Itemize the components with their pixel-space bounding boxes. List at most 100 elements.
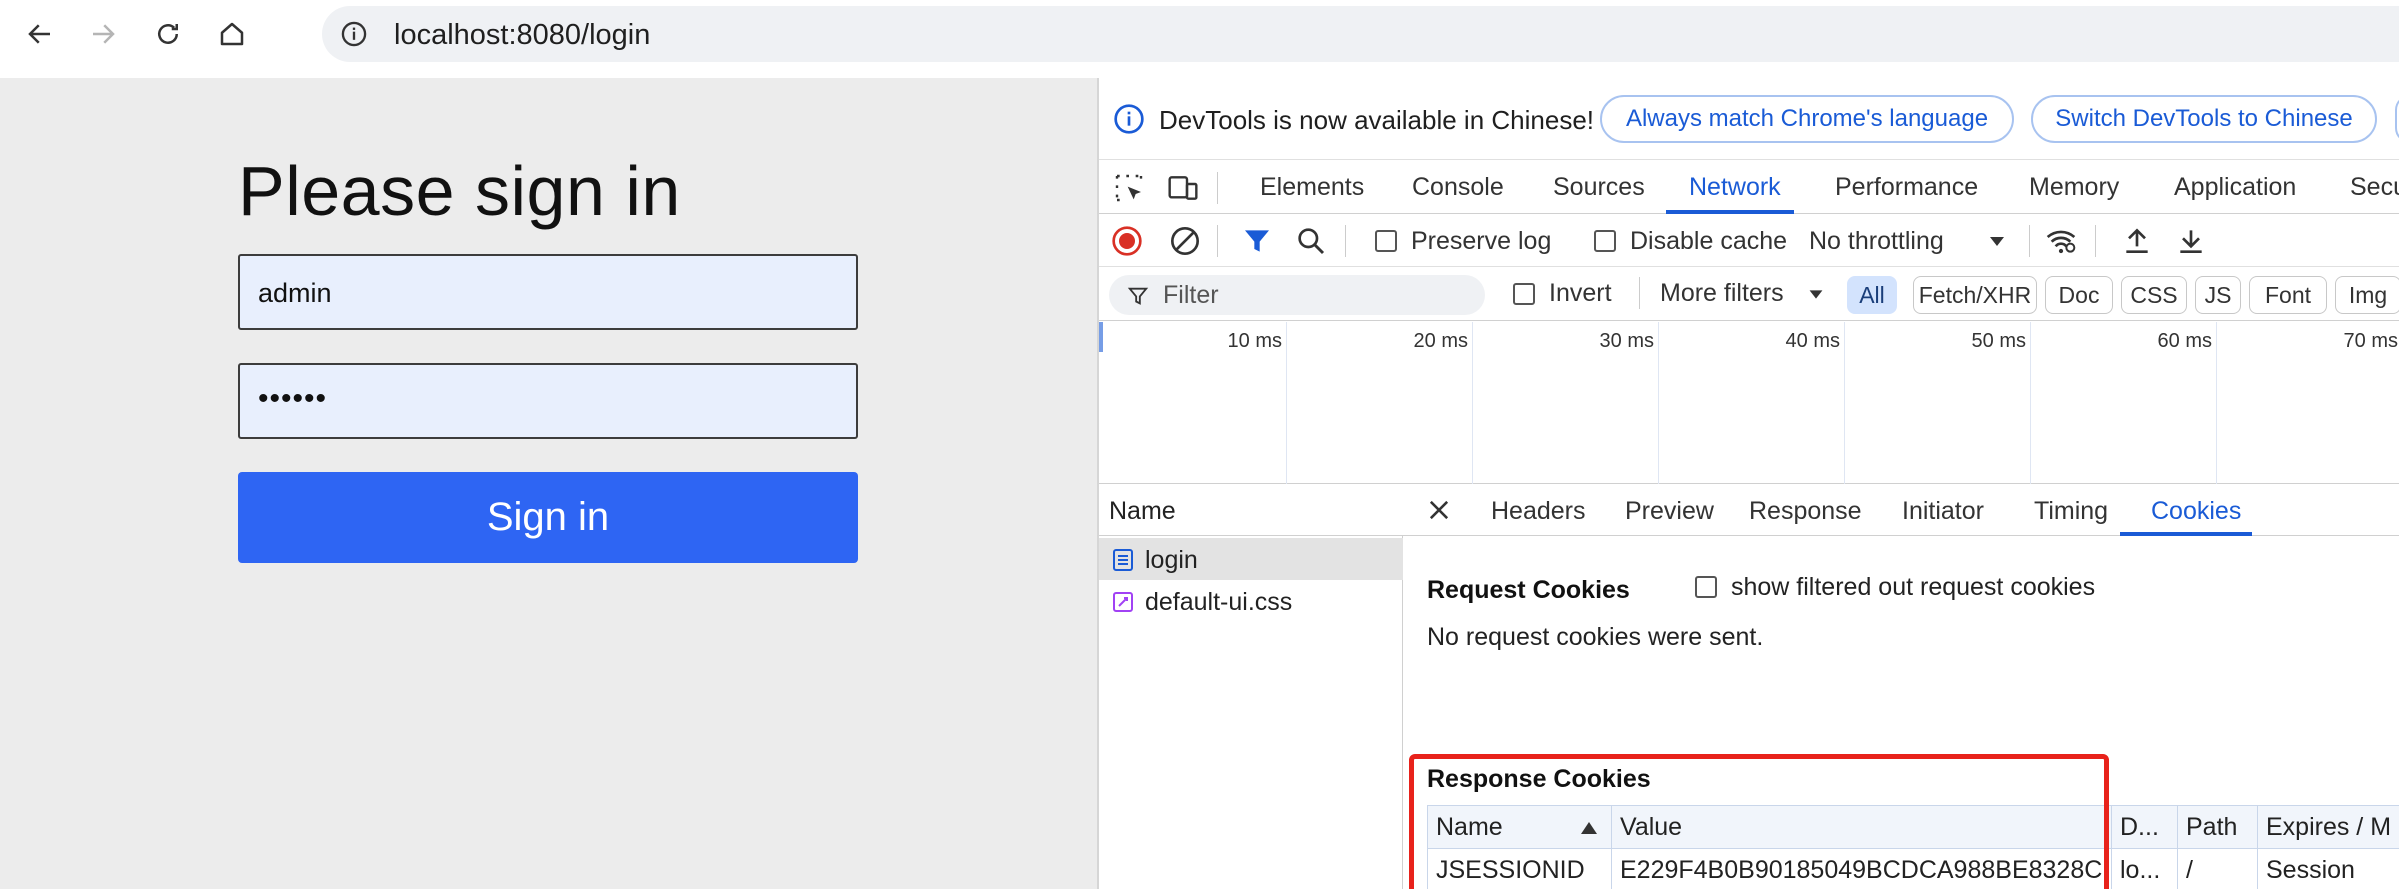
request-row-default-ui-css[interactable]: default-ui.css [1099,580,1403,622]
stylesheet-icon [1113,592,1133,612]
tab-memory[interactable]: Memory [2029,173,2119,202]
tab-elements[interactable]: Elements [1260,173,1364,202]
invert-checkbox[interactable] [1513,283,1535,305]
clear-icon[interactable] [1169,225,1201,257]
timeline-gridline [2216,322,2217,484]
chevron-down-icon[interactable] [1805,283,1827,305]
browser-toolbar: localhost:8080/login [0,0,2399,68]
username-value: admin [258,278,332,308]
timeline-gridline [1844,322,1845,484]
request-name: default-ui.css [1145,588,1293,616]
reload-icon [158,24,178,44]
password-value: •••••• [258,382,328,415]
chip-font[interactable]: Font [2249,276,2327,314]
toolbar-separator [2095,225,2096,257]
request-cookies-title: Request Cookies [1427,576,1630,604]
timeline-tick-label: 60 ms [2157,330,2212,352]
always-match-language-button[interactable]: Always match Chrome's language [1600,95,2014,143]
timeline-tick-label: 40 ms [1785,330,1840,352]
infobar-message: DevTools is now available in Chinese! [1159,105,1595,135]
toolbar-separator [2029,225,2030,257]
tab-performance[interactable]: Performance [1835,173,1978,202]
tab-sources[interactable]: Sources [1553,173,1645,202]
language-infobar: DevTools is now available in Chinese! Al… [1099,78,2399,160]
export-har-icon[interactable] [2175,225,2207,257]
tab-headers[interactable]: Headers [1491,497,1586,526]
info-icon [1114,104,1144,134]
tab-preview[interactable]: Preview [1625,497,1714,526]
request-name: login [1145,546,1198,574]
column-header-domain[interactable]: D... [2112,806,2178,849]
chip-doc[interactable]: Doc [2045,276,2113,314]
disable-cache-label: Disable cache [1630,227,1788,255]
back-button[interactable] [16,10,64,58]
network-overview-timeline[interactable]: 10 ms 20 ms 30 ms 40 ms 50 ms 60 ms 70 m… [1099,322,2399,484]
url-text[interactable]: localhost:8080/login [394,19,650,52]
request-row-login[interactable]: login [1099,538,1403,580]
request-list-header[interactable]: Name [1099,484,1403,536]
tab-timing[interactable]: Timing [2034,497,2108,526]
tab-initiator[interactable]: Initiator [1902,497,1984,526]
request-list: Name login default-ui.css [1099,484,1403,889]
timeline-start-marker [1099,322,1103,352]
filterbar-separator [1639,277,1640,309]
device-toolbar-icon[interactable] [1167,172,1199,204]
tab-application[interactable]: Application [2174,173,2296,202]
preserve-log-checkbox[interactable] [1375,230,1397,252]
network-conditions-icon[interactable] [2045,225,2077,257]
request-detail-pane: Headers Preview Response Initiator Timin… [1403,484,2399,889]
close-icon[interactable] [1425,496,1453,524]
toolbar-separator [1217,225,1218,257]
import-har-icon[interactable] [2121,225,2153,257]
infobar-extra-button[interactable] [2395,95,2399,143]
timeline-tick-label: 50 ms [1971,330,2026,352]
show-filtered-cookies-checkbox[interactable] [1695,576,1717,598]
timeline-gridline [1472,322,1473,484]
site-info-icon[interactable] [340,20,368,48]
timeline-gridline [1658,322,1659,484]
sign-in-button[interactable]: Sign in [238,472,858,563]
show-filtered-cookies-label: show filtered out request cookies [1731,573,2096,601]
chip-all[interactable]: All [1847,276,1897,314]
tab-response[interactable]: Response [1749,497,1862,526]
chevron-down-icon[interactable] [1985,229,2009,253]
tab-security[interactable]: Secu [2350,173,2399,202]
password-field[interactable]: •••••• [238,363,858,439]
inspect-element-icon[interactable] [1113,172,1145,204]
home-button[interactable] [208,10,256,58]
no-request-cookies-text: No request cookies were sent. [1427,623,1764,651]
back-arrow-icon [28,24,50,44]
chip-img[interactable]: Img [2335,276,2399,314]
throttling-select[interactable]: No throttling [1809,227,1944,256]
chip-css[interactable]: CSS [2121,276,2187,314]
filter-input[interactable]: Filter [1109,275,1485,315]
chip-js[interactable]: JS [2195,276,2241,314]
stop-recording-icon[interactable] [1111,225,1143,257]
network-toolbar: Preserve log Disable cache No throttling [1099,215,2399,267]
name-column-header: Name [1109,497,1176,525]
tab-cookies[interactable]: Cookies [2151,497,2241,526]
disable-cache-checkbox[interactable] [1594,230,1616,252]
forward-button[interactable] [79,10,127,58]
address-bar[interactable]: localhost:8080/login [322,6,2399,62]
cookie-path-cell[interactable]: / [2178,849,2258,889]
chip-fetch-xhr[interactable]: Fetch/XHR [1913,276,2037,314]
tab-console[interactable]: Console [1412,173,1504,202]
cookie-domain-cell[interactable]: lo... [2112,849,2178,889]
login-page: Please sign in admin •••••• Sign in [0,78,1097,889]
more-filters-dropdown[interactable]: More filters [1660,279,1784,308]
reload-button[interactable] [144,10,192,58]
preserve-log-label: Preserve log [1411,227,1552,255]
username-field[interactable]: admin [238,254,858,330]
search-icon[interactable] [1295,225,1327,257]
tab-network[interactable]: Network [1689,173,1781,202]
active-detail-tab-indicator [2120,532,2252,536]
switch-to-chinese-button[interactable]: Switch DevTools to Chinese [2031,95,2377,143]
column-header-path[interactable]: Path [2178,806,2258,849]
timeline-tick-label: 20 ms [1413,330,1468,352]
column-header-expires[interactable]: Expires / M [2258,806,2399,849]
devtools-tabs: Elements Console Sources Network Perform… [1099,160,2399,214]
cookie-expires-cell[interactable]: Session [2258,849,2399,889]
home-icon [220,22,244,46]
filter-funnel-icon[interactable] [1241,225,1273,257]
